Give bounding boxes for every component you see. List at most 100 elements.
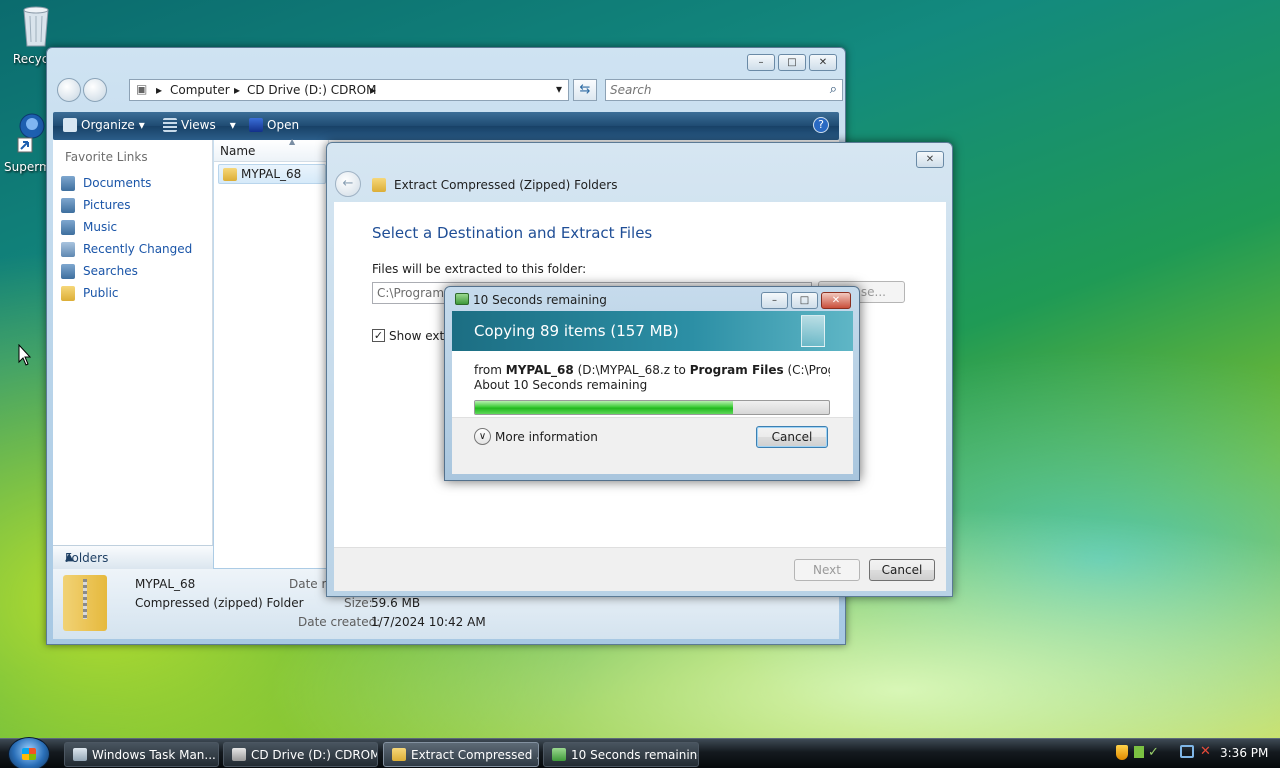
favorite-music[interactable]: Music xyxy=(61,217,117,237)
task-label: 10 Seconds remaining xyxy=(571,747,699,762)
help-icon[interactable]: ? xyxy=(813,117,829,133)
progress-footer: ∨ More information Cancel xyxy=(452,417,853,474)
task-label: Extract Compressed ... xyxy=(411,747,539,762)
organize-icon xyxy=(63,118,77,132)
wizard-heading: Select a Destination and Extract Files xyxy=(372,224,653,242)
task-label: CD Drive (D:) CDROM xyxy=(251,747,378,762)
taskbar-button-cd-drive[interactable]: CD Drive (D:) CDROM xyxy=(223,742,378,767)
organize-button[interactable]: Organize ▾ xyxy=(63,118,145,132)
search-input[interactable] xyxy=(610,81,810,99)
copy-icon xyxy=(552,748,566,761)
copy-progress-dialog: 10 Seconds remaining – □ ✕ Copying 89 it… xyxy=(444,286,860,481)
column-name-label: Name xyxy=(220,144,256,158)
breadcrumb-computer[interactable]: Computer xyxy=(170,83,230,97)
searches-icon xyxy=(61,263,75,279)
zip-folder-icon xyxy=(392,748,406,761)
favorite-documents[interactable]: Documents xyxy=(61,173,151,193)
favorite-searches[interactable]: Searches xyxy=(61,261,138,281)
open-icon xyxy=(249,118,263,132)
maximize-button[interactable]: □ xyxy=(791,292,818,309)
favorite-recently-changed[interactable]: Recently Changed xyxy=(61,239,192,259)
close-button[interactable]: ✕ xyxy=(916,151,944,168)
documents-icon xyxy=(61,175,75,191)
wizard-title: Extract Compressed (Zipped) Folders xyxy=(394,178,618,192)
details-size-value: 59.6 MB xyxy=(371,596,421,610)
progress-caption-buttons: – □ ✕ xyxy=(761,292,851,309)
progress-title: 10 Seconds remaining xyxy=(473,293,607,307)
close-button[interactable]: ✕ xyxy=(809,54,837,71)
copy-icon xyxy=(455,293,469,305)
chevron-down-icon: ▾ xyxy=(138,118,145,132)
music-icon xyxy=(61,219,75,235)
taskbar-button-extract[interactable]: Extract Compressed ... xyxy=(383,742,539,767)
breadcrumb-cd-drive[interactable]: CD Drive (D:) CDROM xyxy=(247,83,376,97)
more-information-label: More information xyxy=(495,429,598,444)
file-item[interactable]: MYPAL_68 xyxy=(218,164,326,184)
breadcrumb-separator-icon: ▸ xyxy=(156,83,163,97)
favorite-label: Music xyxy=(83,220,118,234)
start-button[interactable] xyxy=(8,737,50,768)
tray-app-icon[interactable] xyxy=(1134,746,1144,758)
cd-drive-icon xyxy=(232,748,246,761)
public-folder-icon xyxy=(61,285,75,301)
favorite-label: Recently Changed xyxy=(83,242,193,256)
from-word: from xyxy=(474,363,502,377)
mouse-cursor-icon xyxy=(18,343,32,369)
copy-documents-icon xyxy=(801,315,825,347)
pictures-icon xyxy=(61,197,75,213)
open-button[interactable]: Open xyxy=(249,118,299,132)
next-button[interactable]: Next xyxy=(794,559,860,581)
wizard-button-bar: Next Cancel xyxy=(334,547,946,591)
task-label: Windows Task Man... xyxy=(92,747,216,762)
details-date-created-label: Date created: xyxy=(298,615,381,629)
action-center-icon[interactable]: ✓ xyxy=(1148,745,1159,760)
minimize-button[interactable]: – xyxy=(747,54,775,71)
views-button[interactable]: Views ▾ xyxy=(163,118,236,132)
destination-label: Files will be extracted to this folder: xyxy=(372,262,587,276)
back-button[interactable]: ← xyxy=(335,171,361,197)
command-toolbar: Organize ▾ Views ▾ Open ? xyxy=(53,112,839,140)
clock[interactable]: 3:36 PM xyxy=(1220,746,1268,760)
progress-bar-fill xyxy=(475,401,734,414)
progress-banner: Copying 89 items (157 MB) xyxy=(452,311,853,351)
column-header-name[interactable]: Name ▲ xyxy=(214,137,329,162)
close-button[interactable]: ✕ xyxy=(821,292,851,309)
address-dropdown-icon[interactable]: ▾ xyxy=(556,82,562,96)
cancel-copy-button[interactable]: Cancel xyxy=(756,426,828,448)
favorite-label: Searches xyxy=(83,264,138,278)
taskbar-button-copy-progress[interactable]: 10 Seconds remaining xyxy=(543,742,699,767)
volume-muted-icon[interactable]: ✕ xyxy=(1200,744,1211,759)
network-icon[interactable] xyxy=(1180,745,1194,758)
time-remaining-text: About 10 Seconds remaining xyxy=(474,378,648,392)
cancel-button[interactable]: Cancel xyxy=(869,559,935,581)
refresh-button[interactable]: ⇆ xyxy=(573,79,597,101)
favorite-pictures[interactable]: Pictures xyxy=(61,195,131,215)
address-bar[interactable]: ▣ ▸ Computer ▸ CD Drive (D:) CDROM ▸ ▾ xyxy=(129,79,569,101)
show-files-checkbox[interactable]: ✓ xyxy=(372,329,385,342)
zip-folder-icon xyxy=(223,167,237,181)
taskbar: Windows Task Man... CD Drive (D:) CDROM … xyxy=(0,737,1280,768)
more-information-toggle[interactable]: ∨ More information xyxy=(474,428,598,445)
destination-name: Program Files xyxy=(689,363,784,377)
navigation-row: ▣ ▸ Computer ▸ CD Drive (D:) CDROM ▸ ▾ ⇆… xyxy=(53,78,843,104)
favorite-public[interactable]: Public xyxy=(61,283,119,303)
source-name: MYPAL_68 xyxy=(505,363,574,377)
security-shield-icon[interactable] xyxy=(1116,745,1128,760)
minimize-button[interactable]: – xyxy=(761,292,788,309)
maximize-button[interactable]: □ xyxy=(778,54,806,71)
recycle-bin-icon xyxy=(16,4,56,48)
to-word: to xyxy=(673,363,686,377)
app-shortcut-icon xyxy=(8,112,48,156)
zip-folder-icon xyxy=(63,575,107,631)
computer-icon: ▣ xyxy=(136,82,148,96)
progress-body: from MYPAL_68 (D:\MYPAL_68.z to Program … xyxy=(452,351,853,474)
chevron-down-icon: ∨ xyxy=(474,428,491,445)
taskbar-button-task-manager[interactable]: Windows Task Man... xyxy=(64,742,219,767)
open-label: Open xyxy=(267,118,300,132)
breadcrumb-separator-icon: ▸ xyxy=(234,83,241,97)
back-button[interactable] xyxy=(57,78,81,102)
folders-toggle[interactable]: Folders ▲ xyxy=(53,545,213,569)
search-icon[interactable]: ⌕ xyxy=(830,82,837,97)
forward-button[interactable] xyxy=(83,78,107,102)
chevron-down-icon: ▾ xyxy=(229,118,236,132)
